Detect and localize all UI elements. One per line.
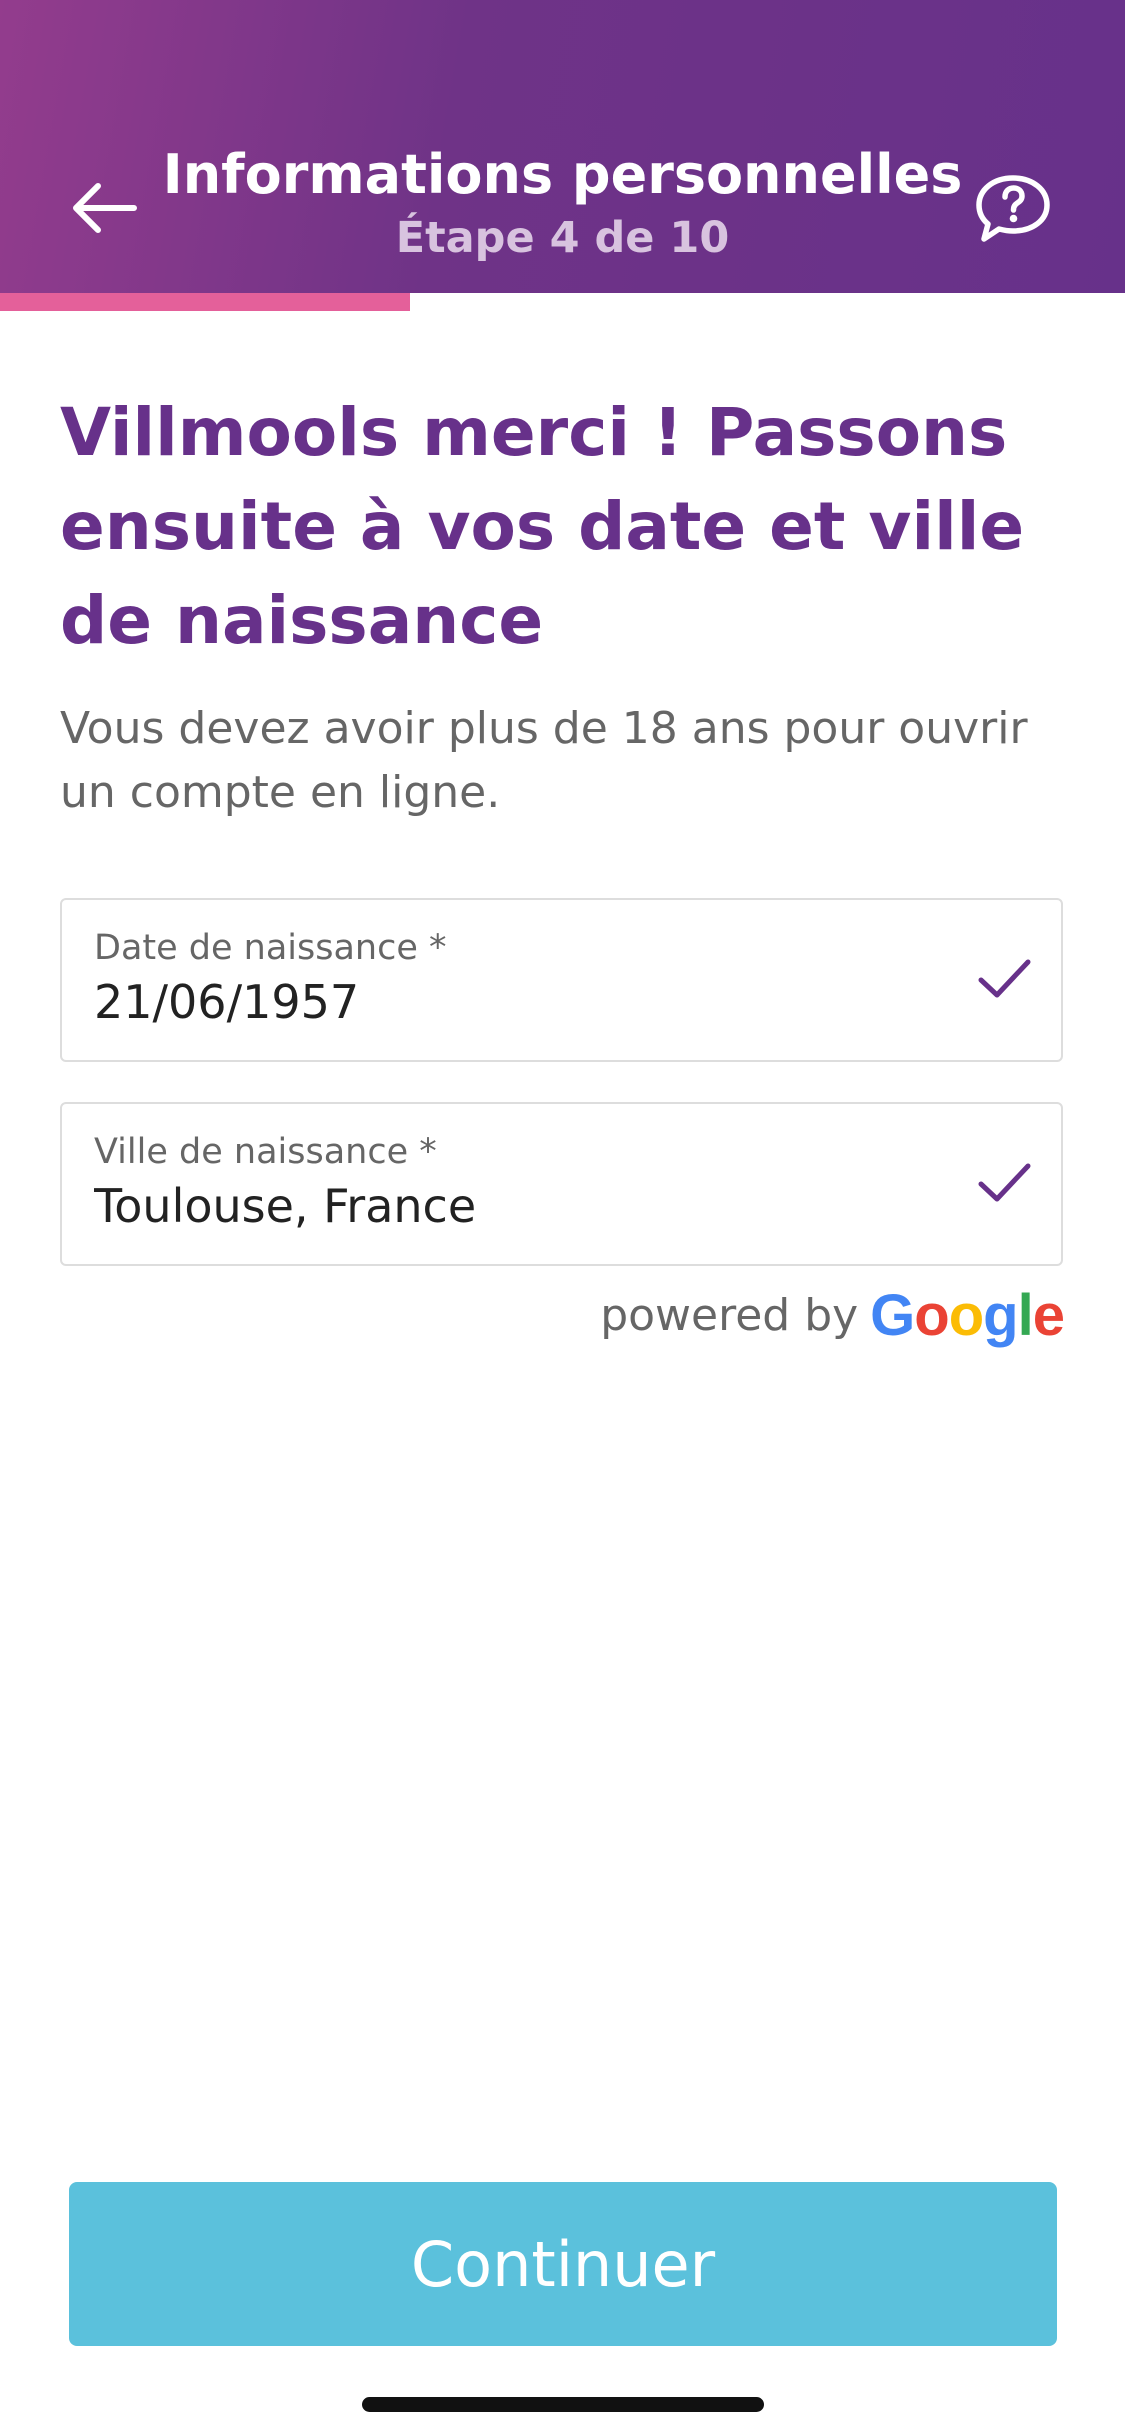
google-letter: o: [914, 1282, 949, 1348]
powered-by-text: powered by: [600, 1289, 859, 1341]
birth-date-input[interactable]: [94, 974, 974, 1030]
home-indicator: [362, 2397, 764, 2412]
page-title: Informations personnelles: [162, 143, 963, 206]
step-indicator: Étape 4 de 10: [395, 213, 730, 263]
birth-city-label: Ville de naissance *: [94, 1132, 437, 1172]
help-chat-button[interactable]: [968, 164, 1058, 254]
birth-city-field[interactable]: Ville de naissance *: [60, 1102, 1063, 1266]
birth-city-input[interactable]: [94, 1178, 974, 1234]
google-letter: e: [1032, 1282, 1065, 1348]
top-app-bar: Informations personnelles Étape 4 de 10: [0, 0, 1125, 293]
birth-date-field[interactable]: Date de naissance *: [60, 898, 1063, 1062]
google-letter: o: [948, 1282, 984, 1348]
google-letter: g: [983, 1282, 1018, 1348]
age-requirement-text: Vous devez avoir plus de 18 ans pour ouv…: [60, 703, 1028, 818]
google-logo: Google: [870, 1282, 1065, 1349]
google-letter: l: [1017, 1282, 1034, 1348]
headline: Villmools merci ! Passons ensuite à vos …: [60, 394, 1025, 659]
birth-date-label: Date de naissance *: [94, 928, 447, 968]
progress-bar-fill: [0, 293, 410, 311]
google-letter: G: [870, 1282, 915, 1348]
powered-by-google: powered by Google: [560, 1280, 1065, 1350]
check-icon: [978, 959, 1031, 998]
continue-button[interactable]: Continuer: [69, 2182, 1057, 2346]
progress-bar: [0, 293, 1125, 311]
check-icon: [978, 1163, 1031, 1202]
chat-question-icon: [976, 175, 1050, 242]
